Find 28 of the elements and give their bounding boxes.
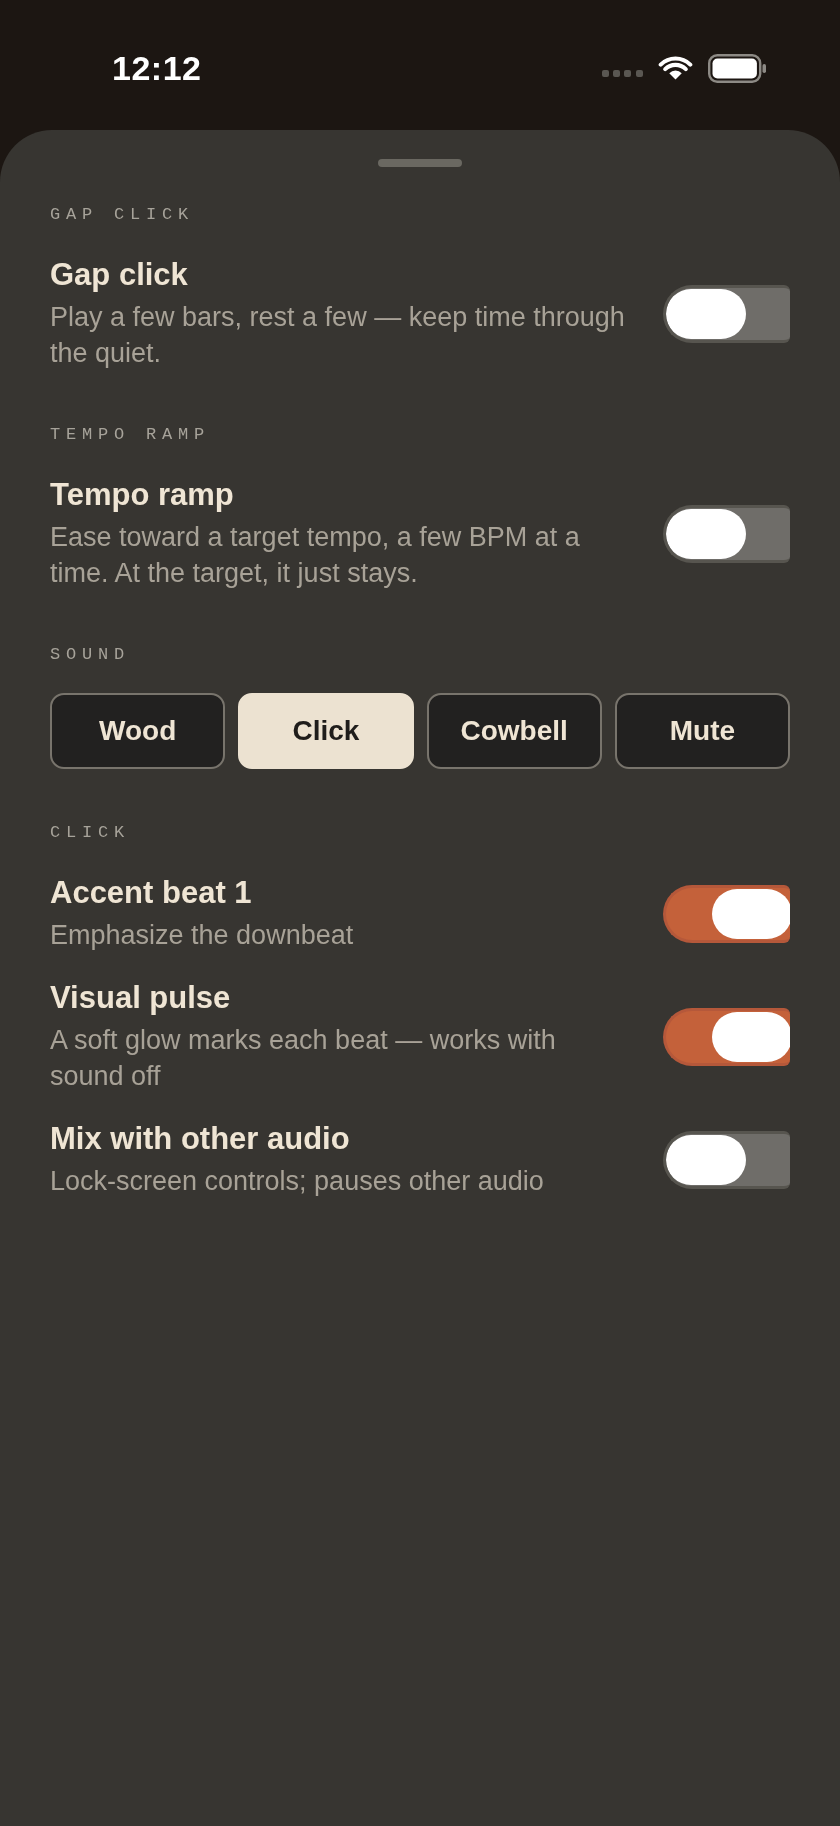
toggle-switch[interactable] [663,1130,790,1189]
toggle-switch[interactable] [663,504,790,563]
sound-option-button[interactable]: Cowbell [426,693,602,769]
sound-option-button[interactable]: Wood [50,693,226,769]
section-label: GAP CLICK [50,204,194,226]
section-label: SOUND [50,644,130,666]
section-label: CLICK [50,822,130,844]
setting-title: Gap click [50,256,188,294]
setting-description: Lock-screen controls; pauses other audio [50,1165,544,1198]
drag-handle[interactable] [378,159,462,167]
status-time: 12:12 [112,48,202,88]
setting-title: Accent beat 1 [50,874,252,912]
setting-description: Play a few bars, rest a few — keep time through the quiet. [50,301,626,370]
battery-icon [708,53,766,83]
setting-description: Emphasize the downbeat [50,919,354,952]
toggle-switch[interactable] [663,284,790,343]
sound-option-button[interactable]: Mute [614,693,790,769]
setting-description: Ease toward a target tempo, a few BPM at a time. At the target, it just stays. [50,521,581,590]
toggle-switch[interactable] [663,1007,790,1066]
setting-title: Mix with other audio [50,1120,350,1158]
setting-title: Tempo ramp [50,476,234,514]
wifi-icon [658,55,693,81]
section-label: TEMPO RAMP [50,424,211,446]
toggle-switch[interactable] [663,884,790,943]
setting-description: A soft glow marks each beat — works with sound off [50,1024,557,1093]
signal-icon [602,69,643,77]
sound-option-button[interactable]: Click [238,693,414,769]
setting-title: Visual pulse [50,979,231,1017]
